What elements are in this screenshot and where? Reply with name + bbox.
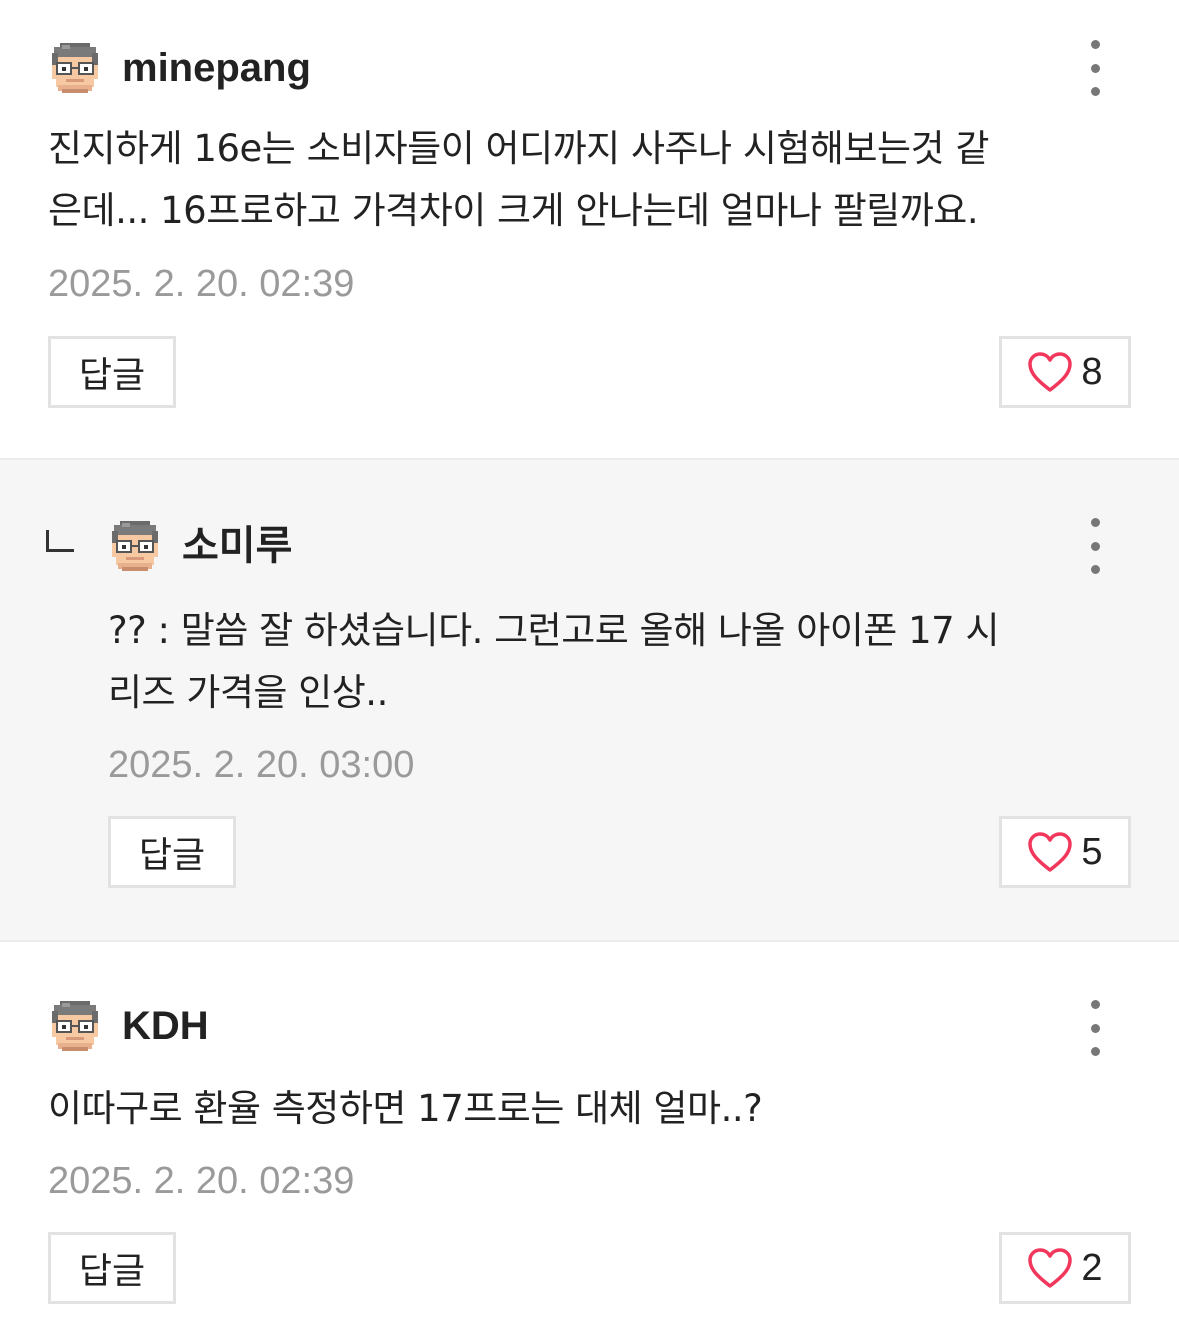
pixel-avatar-icon[interactable] [48, 41, 102, 95]
comment-author[interactable]: minepang [122, 48, 311, 88]
reply-comment-item: 소미루 ?? : 말씀 잘 하셨습니다. 그런고로 올해 나올 아이폰 17 시… [0, 458, 1179, 942]
like-count: 8 [1081, 350, 1103, 393]
more-vertical-icon[interactable] [1083, 1000, 1107, 1056]
reply-button-label: 답글 [138, 835, 206, 876]
comment-author[interactable]: KDH [122, 1006, 209, 1046]
comment-body-line: 리즈 가격을 인상.. [108, 671, 388, 714]
comment-timestamp: 2025. 2. 20. 02:39 [48, 263, 355, 305]
like-button[interactable]: 5 [999, 816, 1131, 888]
like-count: 2 [1081, 1246, 1103, 1289]
comment-item: minepang 진지하게 16e는 소비자들이 어디까지 사주나 시험해보는것… [0, 0, 1179, 458]
comment-body: ?? : 말씀 잘 하셨습니다. 그런고로 올해 나올 아이폰 17 시 리즈 … [108, 600, 1138, 724]
reply-button[interactable]: 답글 [48, 1232, 176, 1304]
reply-button[interactable]: 답글 [108, 816, 236, 888]
comment-body-line: 이따구로 환율 측정하면 17프로는 대체 얼마..? [48, 1087, 763, 1130]
heart-icon [1028, 832, 1073, 872]
reply-button-label: 답글 [78, 1251, 146, 1292]
like-count: 5 [1081, 830, 1103, 873]
heart-icon [1028, 1248, 1073, 1288]
more-vertical-icon[interactable] [1083, 40, 1107, 96]
comment-body-line: ?? : 말씀 잘 하셨습니다. 그런고로 올해 나올 아이폰 17 시 [108, 609, 1000, 652]
reply-button[interactable]: 답글 [48, 336, 176, 408]
comment-body: 이따구로 환율 측정하면 17프로는 대체 얼마..? [48, 1078, 1138, 1140]
reply-indent-icon [46, 530, 74, 552]
comment-item: KDH 이따구로 환율 측정하면 17프로는 대체 얼마..? 2025. 2.… [0, 942, 1179, 1334]
like-button[interactable]: 8 [999, 336, 1131, 408]
comment-timestamp: 2025. 2. 20. 03:00 [108, 744, 415, 786]
pixel-avatar-icon[interactable] [108, 519, 162, 573]
pixel-avatar-icon[interactable] [48, 999, 102, 1053]
comment-body: 진지하게 16e는 소비자들이 어디까지 사주나 시험해보는것 같 은데... … [48, 118, 1138, 242]
comment-timestamp: 2025. 2. 20. 02:39 [48, 1160, 355, 1202]
comment-body-line: 은데... 16프로하고 가격차이 크게 안나는데 얼마나 팔릴까요. [48, 189, 979, 232]
heart-icon [1028, 352, 1073, 392]
like-button[interactable]: 2 [999, 1232, 1131, 1304]
comment-body-line: 진지하게 16e는 소비자들이 어디까지 사주나 시험해보는것 같 [48, 127, 989, 170]
more-vertical-icon[interactable] [1083, 518, 1107, 574]
comment-author[interactable]: 소미루 [182, 526, 292, 566]
reply-button-label: 답글 [78, 355, 146, 396]
